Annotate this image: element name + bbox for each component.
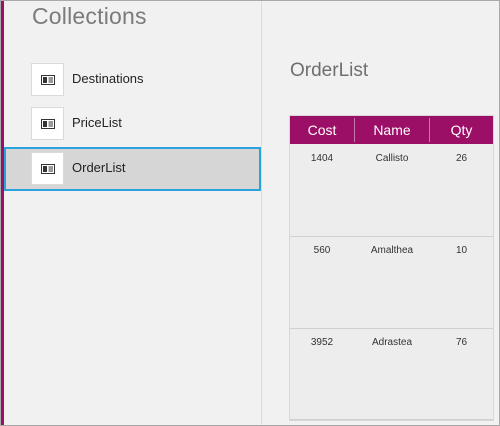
collection-item-label: PriceList	[72, 115, 122, 130]
table-icon	[31, 152, 64, 185]
cell-qty: 76	[455, 337, 468, 348]
cell-cost: 560	[313, 245, 331, 256]
collection-title: OrderList	[290, 60, 369, 81]
cell-name: Amalthea	[370, 245, 414, 256]
collection-detail-panel: OrderList Cost Name Qty 1404 Callisto 26…	[262, 1, 499, 425]
column-header-cost[interactable]: Cost	[290, 116, 354, 144]
table-row[interactable]: 1404 Callisto 26	[290, 145, 493, 236]
collections-title: Collections	[32, 3, 147, 29]
table-row[interactable]: 3952 Adrastea 76	[290, 329, 493, 420]
column-header-qty[interactable]: Qty	[430, 116, 493, 144]
cell-name: Callisto	[375, 153, 409, 164]
collection-item-pricelist[interactable]: PriceList	[4, 102, 261, 146]
cell-qty: 10	[455, 245, 468, 256]
table-icon	[31, 107, 64, 140]
collections-panel: Collections Destinations PriceList Order…	[4, 1, 261, 425]
table-header: Cost Name Qty	[290, 116, 493, 144]
table-row[interactable]: 560 Amalthea 10	[290, 237, 493, 328]
table-icon	[31, 63, 64, 96]
cell-qty: 26	[455, 153, 468, 164]
collection-item-orderlist[interactable]: OrderList	[4, 147, 261, 191]
app-window: Collections Destinations PriceList Order…	[0, 0, 500, 426]
collection-item-destinations[interactable]: Destinations	[4, 58, 261, 102]
cell-cost: 3952	[310, 337, 334, 348]
collection-table[interactable]: Cost Name Qty 1404 Callisto 26 560 Amalt…	[289, 115, 494, 421]
collection-item-label: OrderList	[72, 160, 126, 175]
row-separator	[290, 419, 493, 420]
column-header-name[interactable]: Name	[355, 116, 429, 144]
collection-item-label: Destinations	[72, 71, 144, 86]
cell-cost: 1404	[310, 153, 334, 164]
cell-name: Adrastea	[371, 337, 413, 348]
